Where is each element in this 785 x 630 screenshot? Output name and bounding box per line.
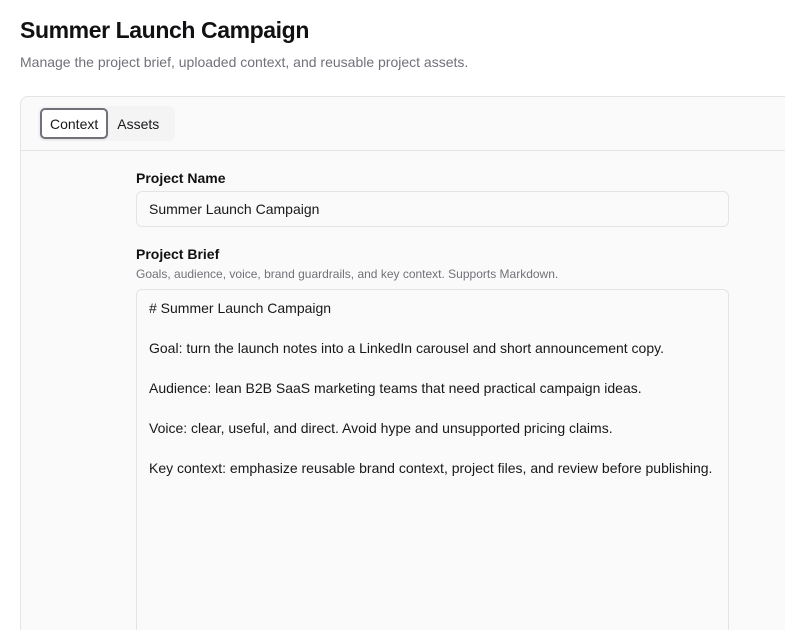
page-title: Summer Launch Campaign	[20, 17, 309, 43]
project-brief-label: Project Brief	[136, 246, 220, 262]
project-name-input[interactable]	[136, 191, 729, 227]
project-brief-hint: Goals, audience, voice, brand guardrails…	[136, 267, 559, 281]
project-brief-textarea[interactable]: # Summer Launch Campaign Goal: turn the …	[136, 289, 729, 630]
project-settings-page: Summer Launch Campaign Manage the projec…	[0, 0, 785, 630]
project-name-label: Project Name	[136, 170, 226, 186]
page-subtitle: Manage the project brief, uploaded conte…	[20, 54, 469, 70]
project-card: Context Assets Project Name Project Brie…	[20, 96, 785, 630]
tabs-header: Context Assets	[21, 97, 785, 151]
tab-context[interactable]: Context	[40, 108, 109, 139]
tab-list: Context Assets	[38, 106, 175, 141]
tab-assets[interactable]: Assets	[109, 108, 167, 139]
